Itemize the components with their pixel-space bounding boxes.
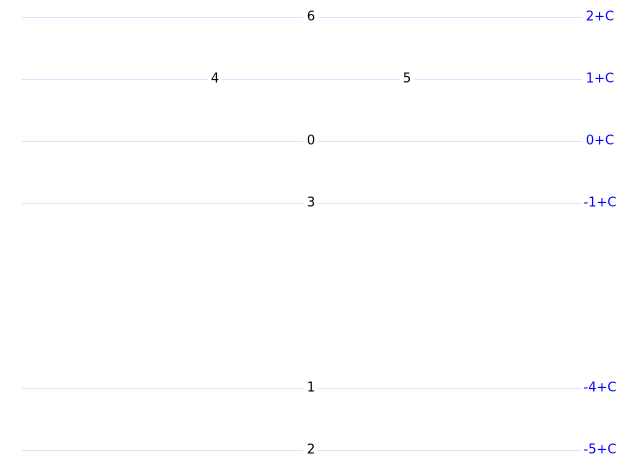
- level-line: [22, 17, 582, 18]
- level-label: 1+C: [583, 71, 617, 87]
- level-line: [22, 79, 582, 80]
- node-label: 3: [303, 195, 319, 211]
- node-label: 0: [303, 133, 319, 149]
- node-label: 1: [303, 380, 319, 396]
- level-label: -5+C: [581, 442, 619, 458]
- node-label: 5: [399, 71, 415, 87]
- level-line: [22, 141, 582, 142]
- level-label: 2+C: [583, 9, 617, 25]
- level-label: -1+C: [581, 195, 619, 211]
- node-label: 6: [303, 9, 319, 25]
- node-label: 4: [207, 71, 223, 87]
- level-line: [22, 450, 582, 451]
- level-line: [22, 203, 582, 204]
- level-label: 0+C: [583, 133, 617, 149]
- node-label: 2: [303, 442, 319, 458]
- level-label: -4+C: [581, 380, 619, 396]
- level-line: [22, 388, 582, 389]
